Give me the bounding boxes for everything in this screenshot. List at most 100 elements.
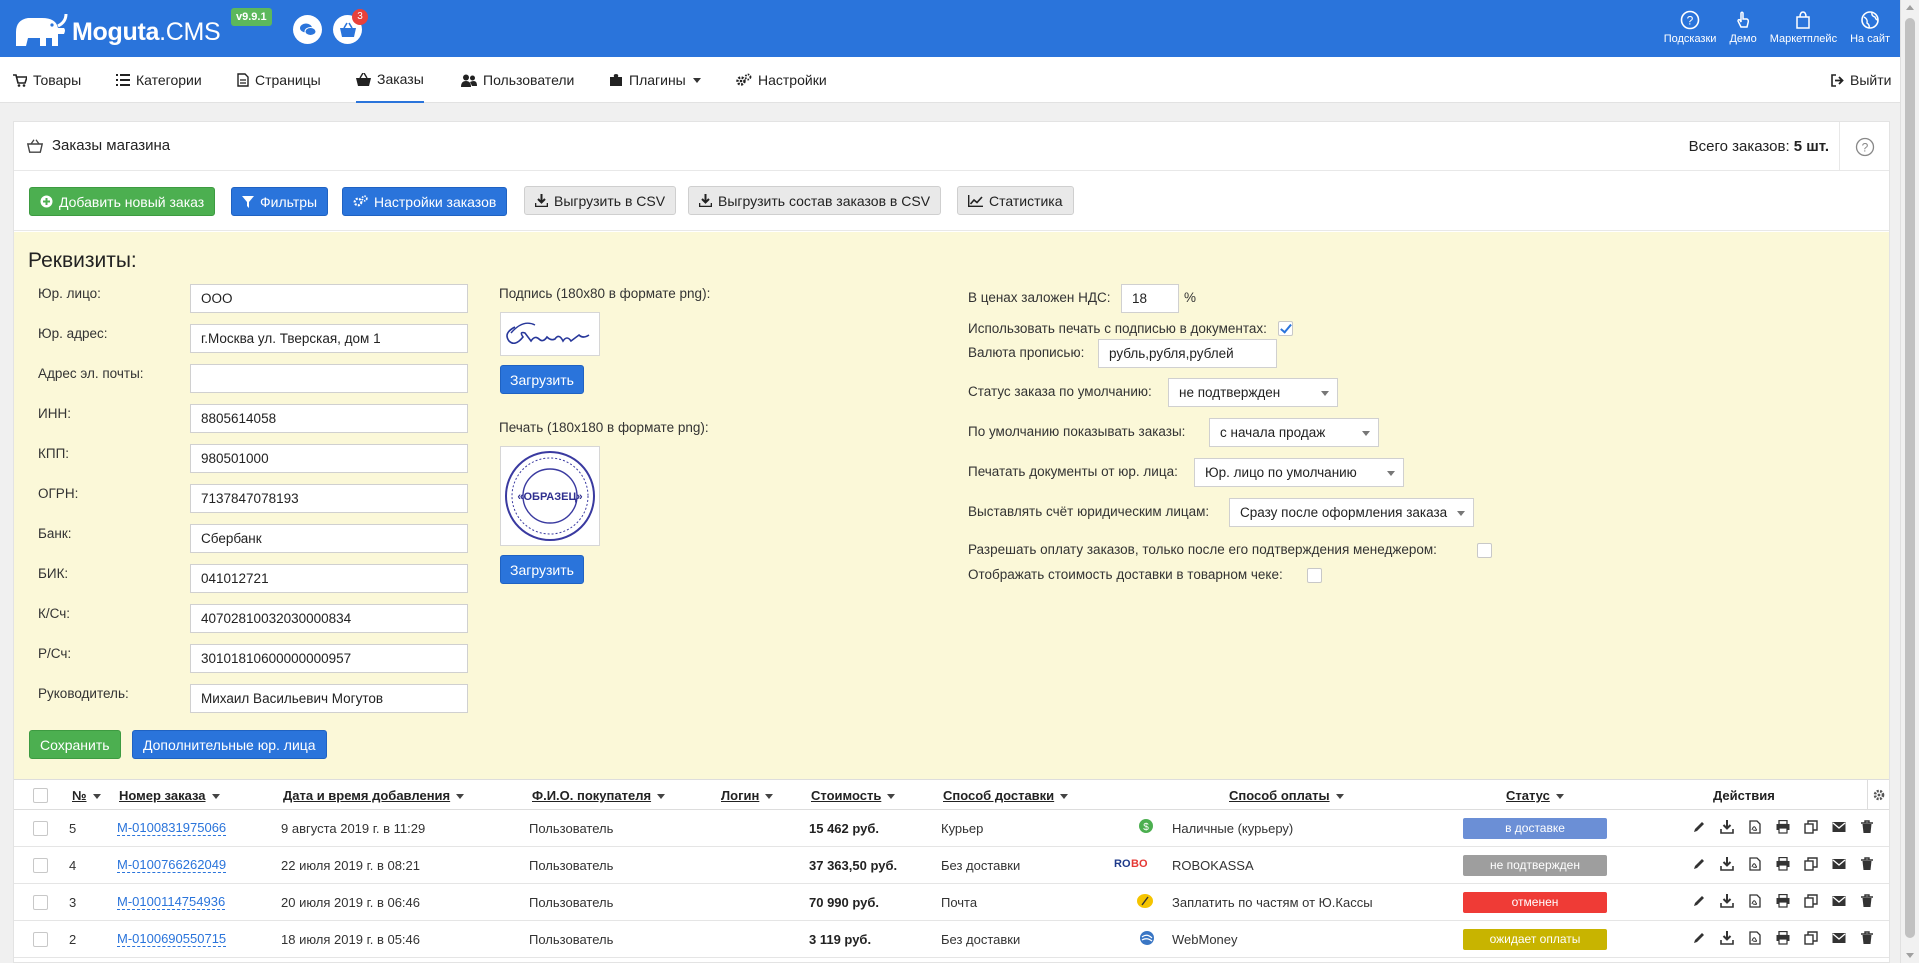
extra-entities-button[interactable]: Дополнительные юр. лица (132, 730, 327, 759)
print-docs-select[interactable]: Юр. лицо по умолчанию (1194, 458, 1404, 487)
col-date[interactable]: Дата и время добавления (283, 788, 465, 803)
nav-settings[interactable]: Настройки (736, 57, 827, 103)
envelope-icon[interactable] (1825, 857, 1853, 871)
nav-orders[interactable]: Заказы (356, 57, 424, 103)
pdf-icon[interactable] (1741, 820, 1769, 834)
print-icon[interactable] (1769, 857, 1797, 871)
col-delivery[interactable]: Способ доставки (943, 788, 1069, 803)
add-order-button[interactable]: Добавить новый заказ (29, 187, 216, 216)
show-delivery-checkbox[interactable] (1307, 568, 1322, 583)
logout-link[interactable]: Выйти (1831, 57, 1891, 103)
nav-users[interactable]: Пользователи (461, 57, 574, 103)
copy-icon[interactable] (1797, 857, 1825, 871)
scroll-down-icon[interactable] (1906, 953, 1914, 958)
save-button[interactable]: Сохранить (29, 730, 121, 759)
col-status[interactable]: Статус (1506, 788, 1564, 803)
help-button[interactable]: ? (1839, 122, 1889, 171)
status-badge[interactable]: не подтвержден (1463, 855, 1607, 876)
status-badge[interactable]: в доставке (1463, 818, 1607, 839)
envelope-icon[interactable] (1825, 931, 1853, 945)
inn-input[interactable]: 8805614058 (190, 404, 468, 433)
copy-icon[interactable] (1797, 894, 1825, 908)
edit-icon[interactable] (1685, 894, 1713, 908)
nav-pages[interactable]: Страницы (237, 57, 321, 103)
allow-pay-checkbox[interactable] (1477, 543, 1492, 558)
print-icon[interactable] (1769, 931, 1797, 945)
edit-icon[interactable] (1685, 931, 1713, 945)
pdf-icon[interactable] (1741, 931, 1769, 945)
to-site-link[interactable]: На сайт (1850, 10, 1890, 45)
upload-stamp-button[interactable]: Загрузить (500, 555, 584, 584)
download-icon[interactable] (1713, 931, 1741, 945)
filters-button[interactable]: Фильтры (231, 187, 329, 216)
table-row[interactable]: 2 M-0100690550715 18 июля 2019 г. в 05:46 П… (14, 921, 1889, 958)
pdf-icon[interactable] (1741, 857, 1769, 871)
marketplace-link[interactable]: Маркетплейс (1770, 10, 1837, 45)
ks-input[interactable]: 40702810032030000834 (190, 604, 468, 633)
table-settings-button[interactable] (1867, 780, 1889, 810)
col-cost[interactable]: Стоимость (811, 788, 896, 803)
row-checkbox[interactable] (33, 895, 48, 910)
edit-icon[interactable] (1685, 820, 1713, 834)
rs-input[interactable]: 30101810600000000957 (190, 644, 468, 673)
logo[interactable]: Moguta.CMS (12, 12, 221, 52)
use-stamp-checkbox[interactable] (1278, 321, 1293, 336)
envelope-icon[interactable] (1825, 894, 1853, 908)
nav-products[interactable]: Товары (13, 57, 81, 103)
vat-input[interactable]: 18 (1121, 284, 1179, 313)
select-all-checkbox[interactable] (33, 788, 48, 803)
ogrn-input[interactable]: 7137847078193 (190, 484, 468, 513)
page-scrollbar[interactable] (1900, 0, 1919, 963)
row-checkbox[interactable] (33, 932, 48, 947)
table-row[interactable]: 4 M-0100766262049 22 июля 2019 г. в 08:21 П… (14, 847, 1889, 884)
demo-link[interactable]: Демо (1729, 10, 1757, 45)
order-number-link[interactable]: M-0100114754936 (117, 895, 226, 910)
status-badge[interactable]: ожидает оплаты (1463, 929, 1607, 950)
row-checkbox[interactable] (33, 858, 48, 873)
col-num[interactable]: № (72, 788, 101, 803)
row-checkbox[interactable] (33, 821, 48, 836)
copy-icon[interactable] (1797, 931, 1825, 945)
copy-icon[interactable] (1797, 820, 1825, 834)
nav-categories[interactable]: Категории (116, 57, 202, 103)
download-icon[interactable] (1713, 894, 1741, 908)
col-payment[interactable]: Способ оплаты (1229, 788, 1344, 803)
nav-plugins[interactable]: Плагины (609, 57, 701, 103)
order-number-link[interactable]: M-0100766262049 (117, 858, 227, 873)
pdf-icon[interactable] (1741, 894, 1769, 908)
export-composition-csv-button[interactable]: Выгрузить состав заказов в CSV (688, 186, 942, 215)
envelope-icon[interactable] (1825, 820, 1853, 834)
chat-button[interactable] (293, 15, 322, 44)
trash-icon[interactable] (1853, 820, 1881, 834)
statistics-button[interactable]: Статистика (957, 186, 1074, 215)
scroll-up-icon[interactable] (1906, 5, 1914, 10)
col-buyer[interactable]: Ф.И.О. покупателя (532, 788, 666, 803)
trash-icon[interactable] (1853, 857, 1881, 871)
order-number-link[interactable]: M-0100831975066 (117, 821, 227, 836)
table-row[interactable]: 3 M-0100114754936 20 июля 2019 г. в 06:46 П… (14, 884, 1889, 921)
print-icon[interactable] (1769, 894, 1797, 908)
kpp-input[interactable]: 980501000 (190, 444, 468, 473)
currency-input[interactable]: рубль,рубля,рублей (1098, 339, 1277, 368)
bik-input[interactable]: 041012721 (190, 564, 468, 593)
download-icon[interactable] (1713, 820, 1741, 834)
email-input[interactable] (190, 364, 468, 393)
scroll-thumb[interactable] (1905, 18, 1915, 938)
show-orders-select[interactable]: с начала продаж (1209, 418, 1379, 447)
order-settings-button[interactable]: Настройки заказов (342, 187, 508, 216)
default-status-select[interactable]: не подтвержден (1168, 378, 1338, 407)
trash-icon[interactable] (1853, 894, 1881, 908)
upload-signature-button[interactable]: Загрузить (500, 365, 584, 394)
print-icon[interactable] (1769, 820, 1797, 834)
hints-link[interactable]: ? Подсказки (1664, 10, 1716, 45)
invoice-select[interactable]: Сразу после оформления заказа (1229, 498, 1474, 527)
entity-input[interactable]: ООО (190, 284, 468, 313)
trash-icon[interactable] (1853, 931, 1881, 945)
order-number-link[interactable]: M-0100690550715 (117, 932, 227, 947)
col-login[interactable]: Логин (721, 788, 774, 803)
download-icon[interactable] (1713, 857, 1741, 871)
status-badge[interactable]: отменен (1463, 892, 1607, 913)
bank-input[interactable]: Сбербанк (190, 524, 468, 553)
address-input[interactable]: г.Москва ул. Тверская, дом 1 (190, 324, 468, 353)
export-csv-button[interactable]: Выгрузить в CSV (524, 186, 677, 215)
